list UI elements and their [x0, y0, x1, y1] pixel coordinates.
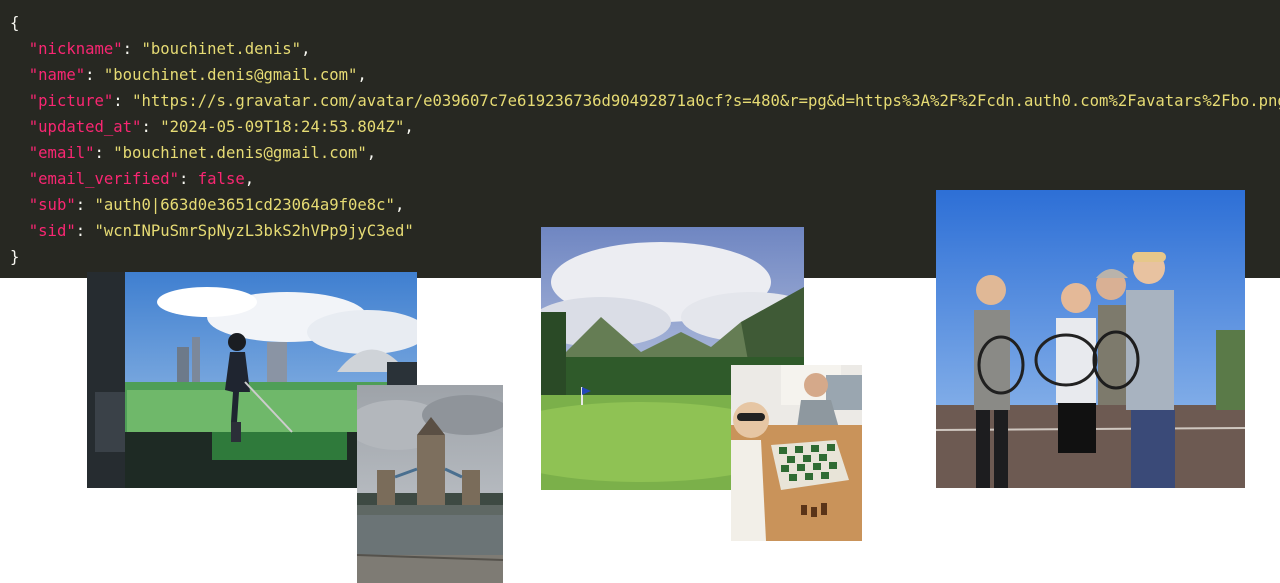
tower-bridge-photo: [357, 385, 503, 583]
chess-game-photo: [731, 365, 862, 541]
json-field-nickname: "nickname": "bouchinet.denis",: [28, 40, 311, 58]
json-field-name: "name": "bouchinet.denis@gmail.com",: [28, 66, 367, 84]
json-key: "updated_at": [28, 118, 142, 136]
json-key: "email_verified": [28, 170, 179, 188]
json-key: "email": [28, 144, 95, 162]
json-value: "bouchinet.denis": [141, 40, 302, 58]
json-field-sub: "sub": "auth0|663d0e3651cd23064a9f0e8c",: [28, 196, 405, 214]
json-key: "sub": [28, 196, 76, 214]
json-value: false: [197, 170, 245, 188]
json-field-picture: "picture": "https://s.gravatar.com/avata…: [10, 88, 1280, 114]
json-field-updated-at: "updated_at": "2024-05-09T18:24:53.804Z"…: [28, 118, 414, 136]
json-field-email: "email": "bouchinet.denis@gmail.com",: [28, 144, 377, 162]
json-value: "auth0|663d0e3651cd23064a9f0e8c": [94, 196, 395, 214]
json-value: "bouchinet.denis@gmail.com": [103, 66, 358, 84]
json-key: "nickname": [28, 40, 123, 58]
json-value: "2024-05-09T18:24:53.804Z": [160, 118, 405, 136]
tennis-group-photo: [936, 190, 1245, 488]
json-field-email-verified: "email_verified": false,: [28, 170, 255, 188]
json-value: "wcnINPuSmrSpNyzL3bkS2hVPp9jyC3ed": [94, 222, 414, 240]
json-field-sid: "sid": "wcnINPuSmrSpNyzL3bkS2hVPp9jyC3ed…: [28, 222, 414, 240]
json-key: "picture": [28, 92, 114, 110]
json-close-brace: }: [10, 248, 20, 266]
json-value: "bouchinet.denis@gmail.com": [113, 144, 367, 162]
json-value: "https://s.gravatar.com/avatar/e039607c7…: [132, 92, 1280, 110]
json-key: "name": [28, 66, 86, 84]
json-key: "sid": [28, 222, 76, 240]
json-open-brace: {: [10, 14, 20, 32]
